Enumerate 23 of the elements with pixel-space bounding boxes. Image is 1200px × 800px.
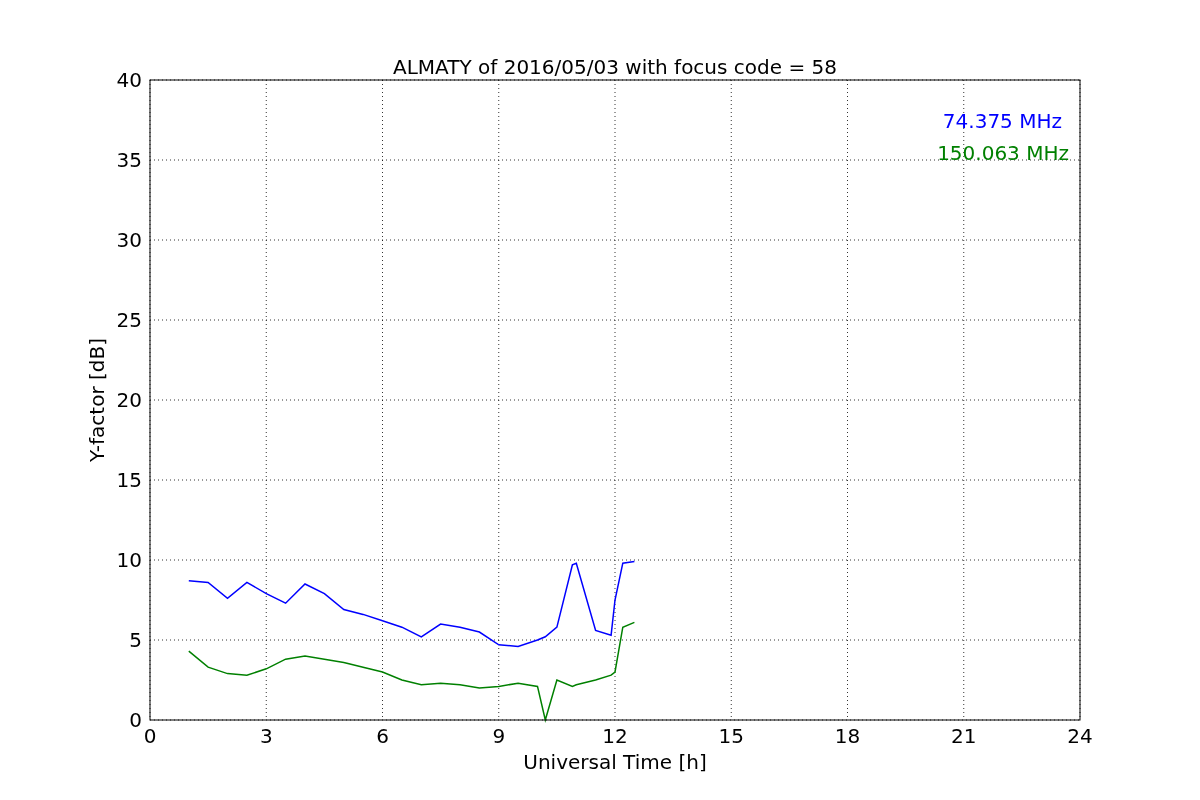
y-tick-label: 15 bbox=[116, 468, 142, 492]
legend-label: 150.063 MHz bbox=[937, 141, 1069, 165]
legend-label: 74.375 MHz bbox=[942, 109, 1062, 133]
x-tick-label: 24 bbox=[1067, 724, 1093, 748]
y-axis-label: Y-factor [dB] bbox=[85, 338, 109, 462]
y-tick-label: 0 bbox=[129, 708, 142, 732]
x-tick-label: 12 bbox=[602, 724, 628, 748]
y-tick-label: 5 bbox=[129, 628, 142, 652]
x-tick-label: 21 bbox=[951, 724, 977, 748]
x-tick-label: 6 bbox=[376, 724, 389, 748]
chart-title: ALMATY of 2016/05/03 with focus code = 58 bbox=[393, 55, 837, 79]
x-tick-label: 15 bbox=[718, 724, 744, 748]
y-tick-label: 20 bbox=[116, 388, 142, 412]
y-tick-label: 25 bbox=[116, 308, 142, 332]
x-tick-label: 18 bbox=[834, 724, 861, 748]
y-tick-label: 35 bbox=[116, 148, 142, 172]
y-tick-label: 40 bbox=[116, 68, 142, 92]
y-tick-label: 10 bbox=[116, 548, 142, 572]
x-tick-label: 0 bbox=[143, 724, 157, 748]
x-tick-label: 9 bbox=[492, 724, 506, 748]
x-tick-label: 3 bbox=[259, 724, 273, 748]
y-tick-label: 30 bbox=[116, 228, 142, 252]
x-axis-label: Universal Time [h] bbox=[523, 750, 707, 774]
